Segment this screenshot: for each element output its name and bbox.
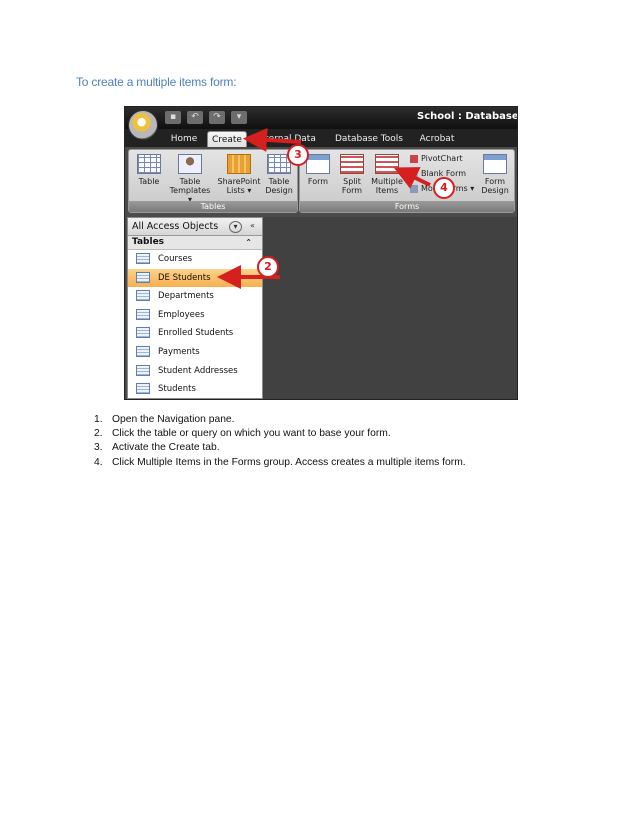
callout-3: 3	[287, 144, 309, 166]
arrow-to-multiple-items	[393, 167, 431, 189]
step-number: 4.	[94, 456, 103, 468]
step-2: 2. Click the table or query on which you …	[94, 427, 466, 441]
step-number: 3.	[94, 442, 103, 454]
step-text: Activate the Create tab.	[112, 442, 220, 454]
annotation-arrows	[217, 127, 431, 289]
instruction-steps: 1. Open the Navigation pane. 2. Click the …	[94, 413, 466, 470]
office-button-icon[interactable]	[128, 110, 158, 140]
page-heading: To create a multiple items form:	[76, 75, 237, 89]
arrow-to-create-tab	[243, 127, 302, 152]
step-3: 3. Activate the Create tab.	[94, 441, 466, 455]
step-text: Open the Navigation pane.	[112, 414, 235, 425]
access-screenshot: ▪ ↶ ↷ ▾ School : Database (Acce Home Cre…	[124, 106, 518, 400]
callout-4: 4	[433, 177, 455, 199]
step-text: Click the table or query on which you wa…	[112, 428, 391, 440]
step-number: 2.	[94, 428, 103, 440]
step-number: 1.	[94, 414, 103, 425]
step-4: 4. Click Multiple Items in the Forms grou…	[94, 456, 466, 470]
step-text: Click Multiple Items in the Forms group.…	[112, 456, 466, 468]
callout-2: 2	[257, 256, 279, 278]
step-1: 1. Open the Navigation pane.	[94, 413, 466, 427]
